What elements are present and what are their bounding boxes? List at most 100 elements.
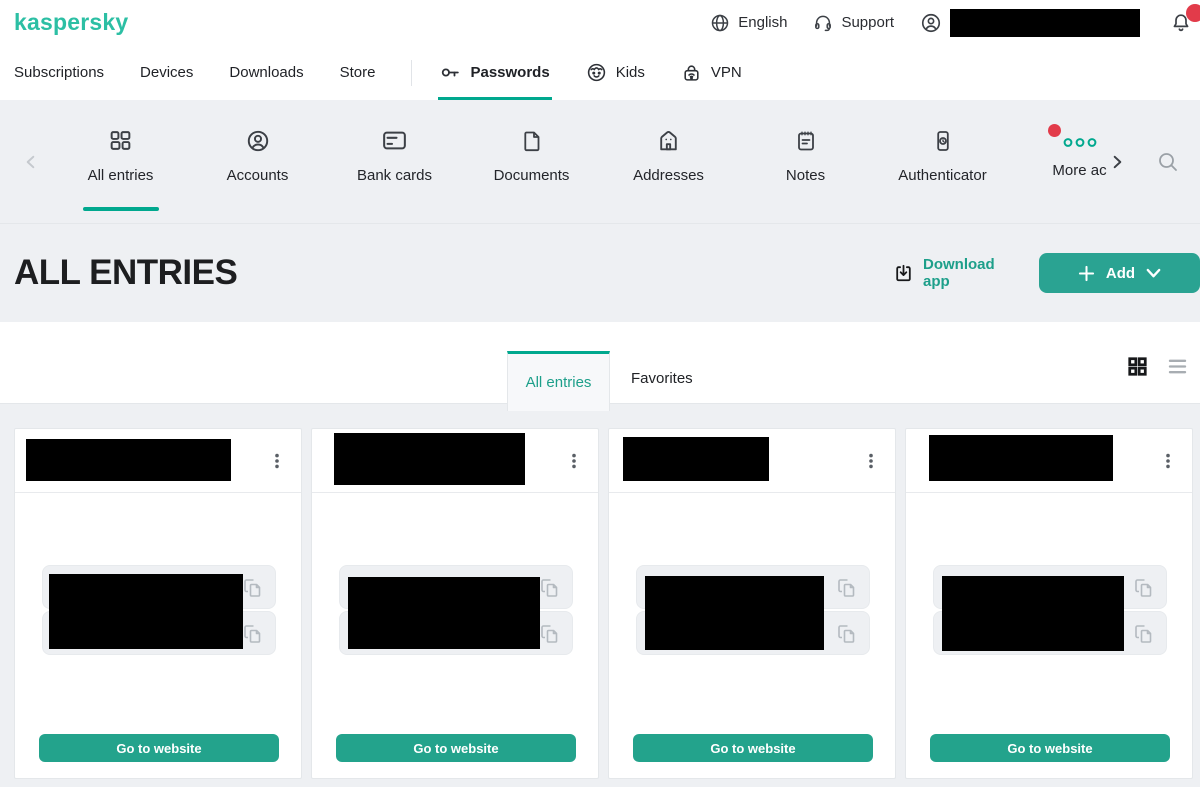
copy-button[interactable] [833, 574, 861, 602]
top-bar-right: English Support [710, 3, 1200, 37]
authenticator-icon [931, 127, 955, 154]
redacted-values [645, 576, 824, 650]
page-heading-section: ALL ENTRIES Download app Add [0, 224, 1200, 322]
copy-button[interactable] [833, 620, 861, 648]
entries-content: Go to website Go to website Go to websit… [0, 404, 1200, 787]
redacted-values [348, 577, 540, 649]
support-link[interactable]: Support [813, 13, 894, 33]
tab-all-entries[interactable]: All entries [507, 351, 610, 411]
category-accounts[interactable]: Accounts [189, 100, 326, 223]
entry-card: Go to website [608, 428, 896, 779]
copy-icon [241, 622, 265, 646]
nav-label: VPN [710, 64, 742, 81]
card-menu-button[interactable] [560, 447, 588, 475]
card-menu-button[interactable] [857, 447, 885, 475]
chevron-left-icon [22, 153, 40, 171]
kebab-icon [565, 452, 583, 470]
download-app-link[interactable]: Download app [893, 256, 1015, 290]
redacted-account-name [950, 8, 1140, 37]
plus-icon [1078, 265, 1095, 282]
go-to-website-button[interactable]: Go to website [633, 734, 873, 762]
nav-label: Kids [615, 64, 645, 81]
add-button-label: Add [1105, 264, 1136, 282]
category-label: Bank cards [356, 167, 433, 184]
copy-button[interactable] [1130, 620, 1158, 648]
go-to-website-button[interactable]: Go to website [39, 734, 279, 762]
entry-card: Go to website [905, 428, 1193, 779]
redacted-title [334, 433, 525, 485]
headset-icon [813, 13, 833, 33]
language-label: English [738, 14, 788, 31]
account-menu[interactable] [920, 8, 1140, 37]
list-view-button[interactable] [1167, 356, 1188, 377]
scroll-right-button[interactable] [1108, 153, 1126, 171]
language-selector[interactable]: English [710, 13, 787, 33]
kid-icon [586, 62, 607, 83]
category-addresses[interactable]: Addresses [600, 100, 737, 223]
nav-passwords[interactable]: Passwords [438, 45, 552, 100]
nav-devices[interactable]: Devices [140, 45, 193, 100]
copy-icon [1132, 622, 1156, 646]
nav-downloads[interactable]: Downloads [229, 45, 303, 100]
nav-kids[interactable]: Kids [586, 45, 645, 100]
copy-button[interactable] [536, 620, 564, 648]
copy-icon [538, 622, 562, 646]
tab-label: All entries [525, 374, 592, 391]
redacted-values [49, 574, 243, 649]
copy-icon [835, 622, 859, 646]
grid-category-icon [108, 127, 133, 154]
search-icon [1156, 150, 1180, 174]
card-menu-button[interactable] [263, 447, 291, 475]
main-navigation: Subscriptions Devices Downloads Store Pa… [0, 45, 1200, 100]
more-dots-icon [1063, 136, 1097, 149]
category-more[interactable]: More ac [1011, 100, 1148, 223]
go-to-website-button[interactable]: Go to website [930, 734, 1170, 762]
go-to-website-button[interactable]: Go to website [336, 734, 576, 762]
category-label: Notes [785, 167, 826, 184]
user-icon [920, 12, 942, 34]
copy-button[interactable] [536, 574, 564, 602]
more-icon-wrap [1047, 124, 1097, 149]
chevron-right-icon [1108, 153, 1126, 171]
nav-label: Downloads [229, 64, 304, 81]
kaspersky-logo: kaspersky [14, 9, 129, 35]
scroll-left-button[interactable] [22, 153, 40, 171]
category-label: Addresses [633, 167, 704, 184]
nav-label: Devices [140, 64, 194, 81]
category-all-entries[interactable]: All entries [52, 100, 189, 223]
search-button[interactable] [1156, 150, 1180, 174]
category-label: Accounts [226, 167, 289, 184]
card-menu-button[interactable] [1154, 447, 1182, 475]
category-authenticator[interactable]: Authenticator [874, 100, 1011, 223]
entries-tab-row: All entries Favorites [0, 322, 1200, 411]
category-bank-cards[interactable]: Bank cards [326, 100, 463, 223]
copy-icon [241, 576, 265, 600]
entry-card: Go to website [311, 428, 599, 779]
grid-view-button[interactable] [1127, 356, 1148, 377]
nav-vpn[interactable]: VPN [681, 45, 742, 100]
card-header [312, 429, 598, 493]
house-icon [656, 127, 681, 154]
nav-subscriptions[interactable]: Subscriptions [14, 45, 104, 100]
nav-store[interactable]: Store [340, 45, 376, 100]
kebab-icon [268, 452, 286, 470]
heading-actions: Download app Add [893, 253, 1200, 293]
notifications-button[interactable] [1170, 3, 1200, 34]
grid-view-icon [1127, 356, 1148, 377]
vpn-lock-icon [681, 62, 702, 83]
redacted-title [623, 437, 769, 481]
redacted-title [26, 439, 231, 481]
key-icon [440, 62, 461, 83]
category-documents[interactable]: Documents [463, 100, 600, 223]
tab-favorites[interactable]: Favorites [631, 351, 693, 406]
copy-button[interactable] [1130, 574, 1158, 602]
category-bar: All entries Accounts Bank cards Document… [0, 100, 1200, 224]
tab-label: Favorites [631, 370, 693, 387]
card-header [906, 429, 1192, 493]
more-notification-badge [1047, 124, 1061, 137]
notification-badge [1186, 3, 1200, 22]
copy-button[interactable] [239, 574, 267, 602]
add-button[interactable]: Add [1038, 253, 1200, 293]
copy-button[interactable] [239, 620, 267, 648]
category-notes[interactable]: Notes [737, 100, 874, 223]
